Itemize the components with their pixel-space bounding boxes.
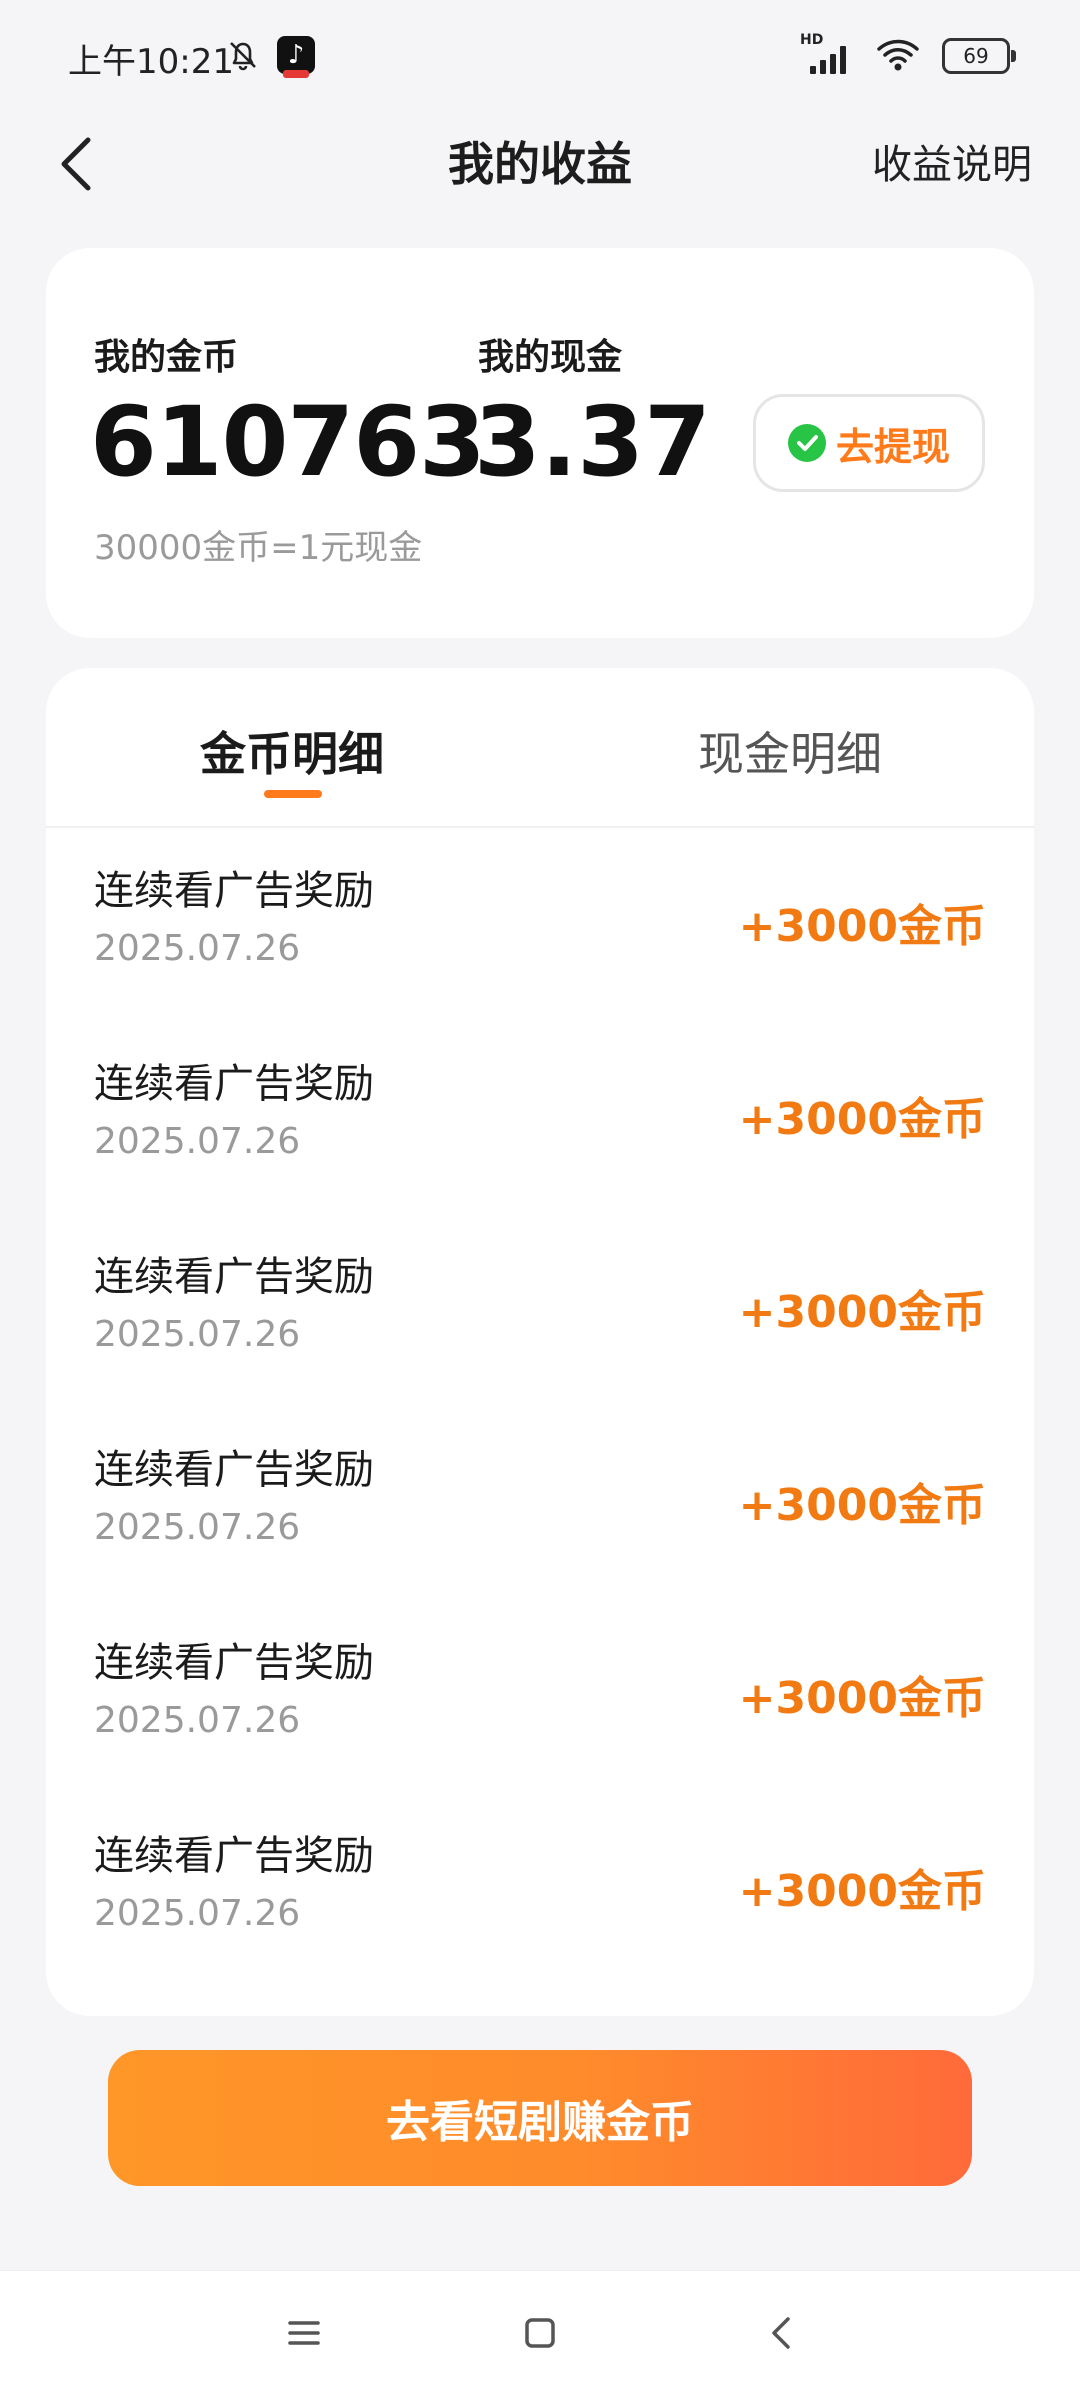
list-item: 连续看广告奖励 2025.07.26 +3000金币 — [46, 1793, 1034, 1986]
record-title: 连续看广告奖励 — [94, 1447, 374, 1493]
menu-icon — [288, 2321, 320, 2345]
system-nav-bar — [0, 2270, 1080, 2401]
earnings-summary-card: 我的金币 610763 我的现金 3.37 30000金币=1元现金 去提现 — [46, 248, 1034, 638]
details-card: 金币明细 现金明细 连续看广告奖励 2025.07.26 +3000金币 连续看… — [46, 668, 1034, 2016]
record-date: 2025.07.26 — [94, 1507, 301, 1548]
recent-apps-button[interactable] — [274, 2303, 334, 2363]
list-item: 连续看广告奖励 2025.07.26 +3000金币 — [46, 1214, 1034, 1407]
record-amount: +3000金币 — [738, 1287, 986, 1338]
withdraw-label: 去提现 — [835, 424, 950, 469]
record-amount: +3000金币 — [738, 901, 986, 952]
detail-tabs: 金币明细 现金明细 — [46, 668, 1034, 828]
withdraw-button[interactable]: 去提现 — [753, 394, 985, 492]
exchange-rate-text: 30000金币=1元现金 — [94, 528, 423, 568]
tab-cash-details[interactable]: 现金明细 — [698, 718, 882, 784]
record-amount: +3000金币 — [738, 1866, 986, 1917]
record-date: 2025.07.26 — [94, 1121, 301, 1162]
watch-short-drama-button[interactable]: 去看短剧赚金币 — [108, 2050, 972, 2186]
record-amount: +3000金币 — [738, 1480, 986, 1531]
status-notification-icons: ♪ — [225, 36, 315, 78]
record-amount: +3000金币 — [738, 1673, 986, 1724]
cellular-signal-icon: HD — [800, 32, 854, 74]
home-button[interactable] — [510, 2303, 570, 2363]
active-tab-indicator — [264, 790, 322, 798]
list-item: 连续看广告奖励 2025.07.26 +3000金币 — [46, 828, 1034, 1021]
wifi-icon — [876, 36, 920, 76]
list-item: 连续看广告奖励 2025.07.26 +3000金币 — [46, 1600, 1034, 1793]
cta-label: 去看短剧赚金币 — [386, 2097, 694, 2148]
list-item: 连续看广告奖励 2025.07.26 +3000金币 — [46, 1021, 1034, 1214]
tab-coin-details[interactable]: 金币明细 — [200, 718, 384, 784]
record-title: 连续看广告奖励 — [94, 1640, 374, 1686]
record-date: 2025.07.26 — [94, 1893, 301, 1934]
back-triangle-icon — [772, 2317, 790, 2349]
earnings-explanation-link[interactable]: 收益说明 — [872, 132, 1032, 190]
status-bar: 上午10:21 ♪ HD 69 — [0, 0, 1080, 118]
record-title: 连续看广告奖励 — [94, 1254, 374, 1300]
coin-record-list: 连续看广告奖励 2025.07.26 +3000金币 连续看广告奖励 2025.… — [46, 828, 1034, 1986]
list-item: 连续看广告奖励 2025.07.26 +3000金币 — [46, 1407, 1034, 1600]
tiktok-app-icon: ♪ — [277, 36, 315, 78]
home-square-icon — [525, 2318, 555, 2348]
record-date: 2025.07.26 — [94, 928, 301, 969]
status-time: 上午10:21 — [68, 42, 234, 82]
record-date: 2025.07.26 — [94, 1314, 301, 1355]
cash-label: 我的现金 — [478, 337, 623, 378]
status-system-icons: HD 69 — [800, 32, 1016, 76]
record-title: 连续看广告奖励 — [94, 1061, 374, 1107]
battery-icon: 69 — [942, 38, 1016, 74]
record-title: 连续看广告奖励 — [94, 1833, 374, 1879]
bell-muted-icon — [225, 37, 261, 73]
cash-value: 3.37 — [474, 386, 711, 498]
record-amount: +3000金币 — [738, 1094, 986, 1145]
system-back-button[interactable] — [752, 2303, 812, 2363]
record-title: 连续看广告奖励 — [94, 868, 374, 914]
coins-value: 610763 — [90, 386, 486, 498]
wechat-icon — [787, 424, 826, 462]
record-date: 2025.07.26 — [94, 1700, 301, 1741]
coins-label: 我的金币 — [94, 337, 239, 378]
